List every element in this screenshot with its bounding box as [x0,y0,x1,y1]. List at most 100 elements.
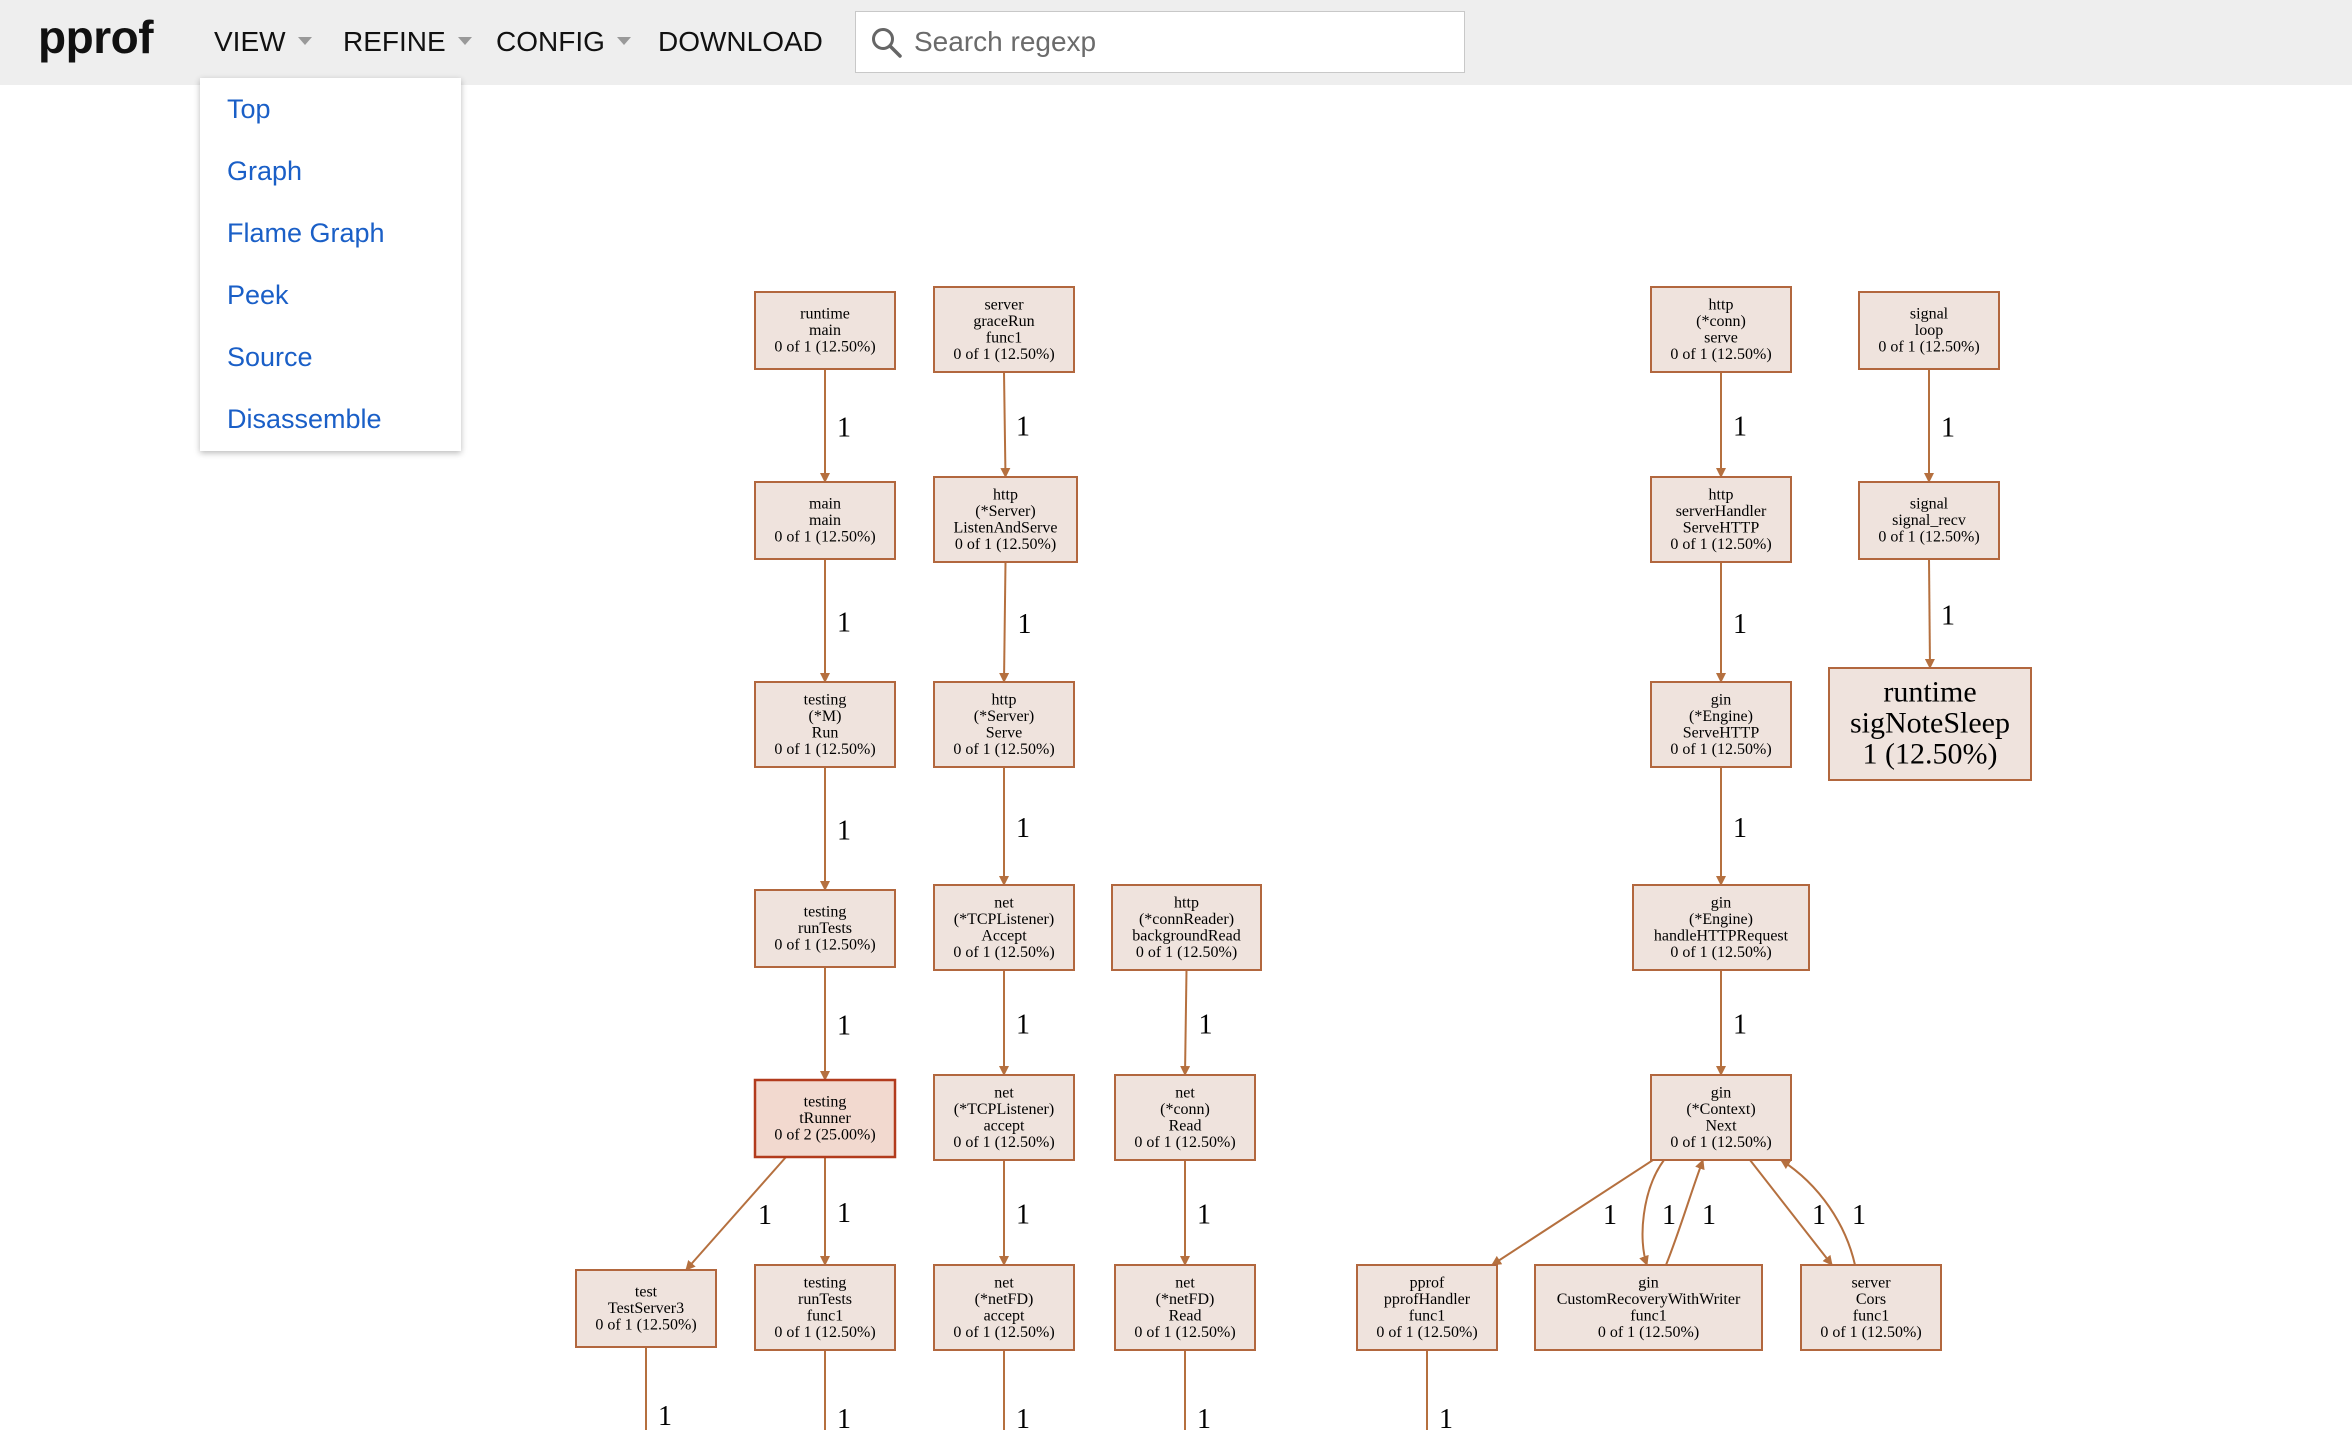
graph-node[interactable]: runtimesigNoteSleep1 (12.50%) [1828,667,2032,781]
graph-node[interactable]: serverCorsfunc10 of 1 (12.50%) [1800,1264,1942,1351]
node-label-line: net [994,1084,1014,1101]
graph-edge[interactable]: 1 [1180,969,1213,1076]
graph-node[interactable]: net(*TCPListener)Accept0 of 1 (12.50%) [933,884,1075,971]
node-label-line: (*conn) [1160,1101,1210,1118]
graph-edge[interactable]: 1 [685,1156,787,1271]
graph-node[interactable]: testingrunTestsfunc10 of 1 (12.50%) [754,1264,896,1351]
menu-item-peek[interactable]: Peek [227,280,289,311]
graph-node[interactable]: testingrunTests0 of 1 (12.50%) [754,889,896,968]
graph-edge[interactable]: 1 [1180,1160,1211,1266]
graph-node[interactable]: net(*TCPListener)accept0 of 1 (12.50%) [933,1074,1075,1161]
graph-edge[interactable]: 1 [820,767,851,891]
node-label-line: runtime [800,306,850,323]
graph-edge[interactable]: 1 [1184,1350,1211,1430]
node-label-line: (*Engine) [1689,708,1753,725]
menu-item-disassemble[interactable]: Disassemble [227,404,382,435]
graph-node[interactable]: servergraceRunfunc10 of 1 (12.50%) [933,286,1075,373]
edge-label: 1 [1199,1010,1213,1041]
graph-edge[interactable]: 1 [1003,1350,1030,1430]
graph-node[interactable]: http(*connReader)backgroundRead0 of 1 (1… [1111,884,1262,971]
node-label-line: server [984,296,1024,313]
graph-node[interactable]: ginCustomRecoveryWithWriterfunc10 of 1 (… [1534,1264,1763,1351]
menu-item-flame-graph[interactable]: Flame Graph [227,218,385,249]
node-label-line: 0 of 1 (12.50%) [1134,1134,1235,1151]
edge-label: 1 [1016,1010,1030,1041]
graph-node[interactable]: mainmain0 of 1 (12.50%) [754,481,896,560]
graph-node[interactable]: http(*Server)ListenAndServe0 of 1 (12.50… [933,476,1078,563]
graph-node[interactable]: net(*netFD)accept0 of 1 (12.50%) [933,1264,1075,1351]
graph-edge[interactable]: 1 [1426,1350,1453,1430]
menu-item-graph[interactable]: Graph [227,156,302,187]
node-label-line: handleHTTPRequest [1654,927,1789,944]
node-label-line: gin [1711,1084,1731,1101]
graph-edge[interactable]: 1 [1716,372,1747,478]
node-label-line: Accept [981,927,1027,944]
node-label-line: loop [1915,322,1943,339]
node-label-line: 0 of 1 (12.50%) [955,536,1056,553]
graph-edge[interactable]: 1 [820,967,851,1081]
node-label-line: http [1174,894,1199,911]
node-label-line: Read [1169,1117,1202,1134]
graph-edge[interactable]: 1 [1000,371,1030,478]
node-label-line: testing [804,904,847,921]
graph-edge[interactable]: 1 [999,561,1032,683]
graph-node[interactable]: runtimemain0 of 1 (12.50%) [754,291,896,370]
node-label-line: signal_recv [1892,512,1966,529]
edge-label: 1 [1662,1200,1676,1231]
node-label-line: net [994,1274,1014,1291]
graph-edge[interactable]: 1 [820,1157,851,1266]
edge-label: 1 [837,816,851,847]
graph-edge[interactable]: 1 [1716,970,1747,1076]
graph-edge[interactable]: 1 [999,767,1030,886]
graph-node[interactable]: http(*Server)Serve0 of 1 (12.50%) [933,681,1075,768]
node-label-line: runtime [1883,676,1976,709]
graph-edge[interactable]: 1 [820,559,851,683]
graph-node[interactable]: pprofpprofHandlerfunc10 of 1 (12.50%) [1356,1264,1498,1351]
node-label-line: ServeHTTP [1683,724,1760,741]
graph-edge[interactable]: 1 [1716,767,1747,886]
edge-line [1491,1159,1654,1266]
graph-node[interactable]: testing(*M)Run0 of 1 (12.50%) [754,681,896,768]
node-label-line: accept [984,1117,1025,1134]
graph-node[interactable]: gin(*Engine)ServeHTTP0 of 1 (12.50%) [1650,681,1792,768]
node-label-line: runTests [798,1291,852,1308]
node-label-line: testing [804,691,847,708]
graph-edge[interactable]: 1 [1716,562,1747,683]
node-label-line: Serve [986,724,1022,741]
node-label-line: 0 of 1 (12.50%) [774,741,875,758]
graph-edge[interactable]: 1 [999,970,1030,1076]
graph-edge[interactable]: 1 [645,1347,672,1430]
node-label-line: 0 of 1 (12.50%) [953,1134,1054,1151]
node-label-line: 0 of 1 (12.50%) [1134,1324,1235,1341]
graph-edge[interactable]: 1 [1491,1159,1654,1266]
graph-node[interactable]: signalloop0 of 1 (12.50%) [1858,291,2000,370]
graph-edge[interactable]: 1 [1749,1159,1833,1266]
menu-item-source[interactable]: Source [227,342,313,373]
node-label-line: 0 of 1 (12.50%) [774,529,875,546]
graph-edge[interactable]: 1 [999,1160,1030,1266]
graph-node[interactable]: gin(*Engine)handleHTTPRequest0 of 1 (12.… [1632,884,1810,971]
node-label-line: ListenAndServe [954,519,1058,536]
node-label-line: graceRun [973,313,1034,330]
node-label-line: (*TCPListener) [954,911,1054,928]
node-label-line: http [1709,296,1734,313]
node-label-line: gin [1711,691,1731,708]
node-label-line: 0 of 1 (12.50%) [1670,944,1771,961]
graph-node[interactable]: net(*conn)Read0 of 1 (12.50%) [1114,1074,1256,1161]
graph-node[interactable]: testTestServer30 of 1 (12.50%) [575,1269,717,1348]
node-label-line: (*Server) [975,503,1035,520]
graph-edge[interactable]: 1 [1924,558,1955,669]
graph-node[interactable]: testingtRunner0 of 2 (25.00%) [753,1078,897,1159]
node-label-line: 0 of 1 (12.50%) [774,339,875,356]
node-label-line: ServeHTTP [1683,519,1760,536]
menu-item-top[interactable]: Top [227,94,271,125]
graph-node[interactable]: gin(*Context)Next0 of 1 (12.50%) [1650,1074,1792,1161]
graph-edge[interactable]: 1 [820,369,851,483]
graph-node[interactable]: signalsignal_recv0 of 1 (12.50%) [1858,481,2000,560]
graph-edge[interactable]: 1 [1924,369,1955,483]
graph-node[interactable]: http(*conn)serve0 of 1 (12.50%) [1650,286,1792,373]
node-label-line: 0 of 1 (12.50%) [595,1317,696,1334]
graph-node[interactable]: net(*netFD)Read0 of 1 (12.50%) [1114,1264,1256,1351]
graph-edge[interactable]: 1 [824,1350,851,1430]
graph-node[interactable]: httpserverHandlerServeHTTP0 of 1 (12.50%… [1650,476,1792,563]
